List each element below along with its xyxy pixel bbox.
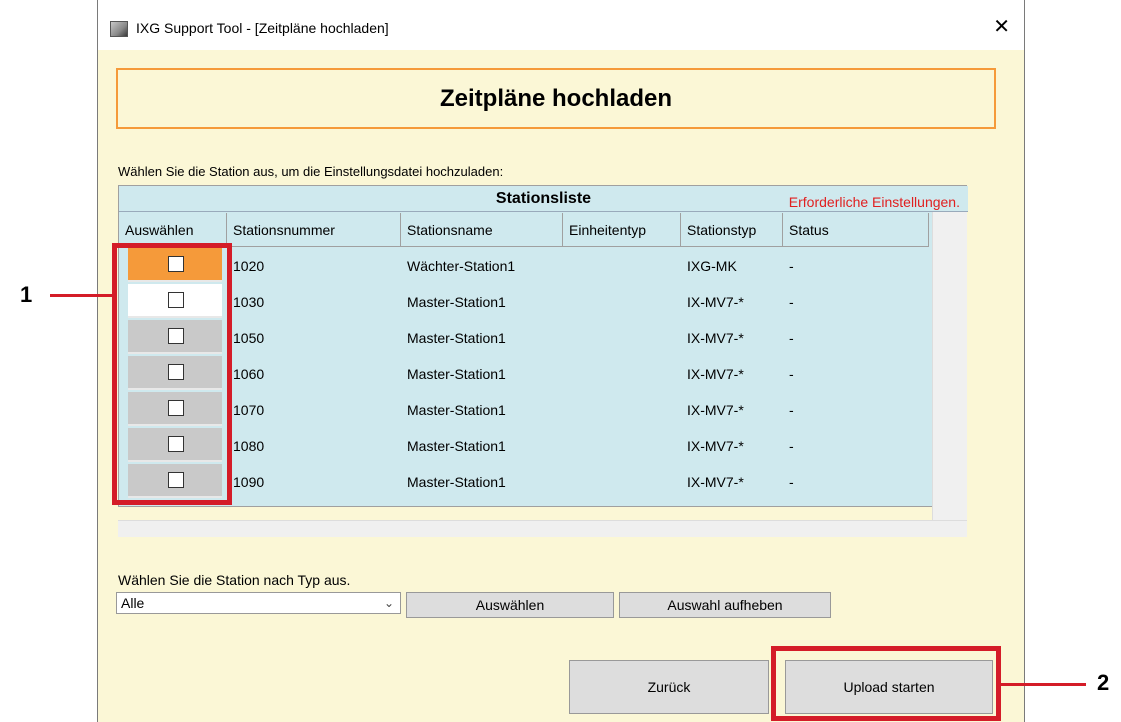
cell-station-type: IX-MV7-* [687, 402, 744, 418]
column-header-type[interactable]: Stationstyp [681, 213, 783, 247]
station-grid: Stationsliste Erforderliche Einstellunge… [118, 185, 968, 507]
callout-number-2: 2 [1097, 670, 1110, 695]
cell-unit-type [563, 464, 681, 500]
window-title: IXG Support Tool - [Zeitpläne hochladen] [136, 20, 389, 36]
chevron-down-icon[interactable]: ⌄ [384, 593, 394, 613]
cell-status: - [789, 258, 794, 274]
deselect-button[interactable]: Auswahl aufheben [619, 592, 831, 618]
cell-station-number: 1030 [233, 294, 265, 310]
cell-station-number: 1060 [233, 366, 265, 382]
select-button[interactable]: Auswählen [406, 592, 614, 618]
cell-station-type: IX-MV7-* [687, 438, 744, 454]
column-header-unit[interactable]: Einheitentyp [563, 213, 681, 247]
back-button[interactable]: Zurück [569, 660, 769, 714]
cell-station-number: 1070 [233, 402, 265, 418]
page-heading: Zeitpläne hochladen [116, 68, 996, 129]
cell-station-name: Master-Station1 [407, 474, 506, 490]
dialog-window: IXG Support Tool - [Zeitpläne hochladen]… [97, 0, 1025, 722]
title-bar: IXG Support Tool - [Zeitpläne hochladen]… [98, 0, 1024, 50]
cell-unit-type [563, 356, 681, 392]
cell-station-name: Master-Station1 [407, 294, 506, 310]
cell-station-number: 1020 [233, 258, 265, 274]
required-note: Erforderliche Einstellungen. [788, 194, 960, 210]
cell-station-type: IX-MV7-* [687, 330, 744, 346]
callout-box-2 [771, 646, 1001, 721]
cell-station-number: 1050 [233, 330, 265, 346]
cell-station-type: IX-MV7-* [687, 366, 744, 382]
vertical-scrollbar[interactable] [932, 212, 967, 537]
cell-station-type: IX-MV7-* [687, 474, 744, 490]
cell-station-name: Master-Station1 [407, 366, 506, 382]
cell-station-name: Master-Station1 [407, 330, 506, 346]
column-header-number[interactable]: Stationsnummer [227, 213, 401, 247]
cell-station-number: 1080 [233, 438, 265, 454]
cell-status: - [789, 330, 794, 346]
cell-station-name: Master-Station1 [407, 438, 506, 454]
cell-station-name: Wächter-Station1 [407, 258, 516, 274]
cell-unit-type [563, 428, 681, 464]
instruction-text: Wählen Sie die Station aus, um die Einst… [118, 164, 504, 179]
cell-unit-type [563, 284, 681, 320]
cell-station-type: IX-MV7-* [687, 294, 744, 310]
type-select-dropdown[interactable]: Alle ⌄ [116, 592, 401, 614]
grid-title-bar: Stationsliste Erforderliche Einstellunge… [119, 186, 968, 212]
cell-unit-type [563, 248, 681, 284]
cell-status: - [789, 366, 794, 382]
type-select-value: Alle [121, 595, 145, 611]
type-select-label: Wählen Sie die Station nach Typ aus. [118, 572, 351, 588]
callout-box-1 [112, 243, 232, 505]
callout-line-1 [50, 294, 113, 297]
column-header-name[interactable]: Stationsname [401, 213, 563, 247]
column-header-select[interactable]: Auswählen [119, 213, 227, 247]
cell-status: - [789, 474, 794, 490]
close-icon[interactable]: ✕ [993, 14, 1010, 39]
cell-unit-type [563, 392, 681, 428]
cell-station-name: Master-Station1 [407, 402, 506, 418]
cell-station-number: 1090 [233, 474, 265, 490]
callout-line-2 [1001, 683, 1086, 686]
cell-status: - [789, 294, 794, 310]
cell-station-type: IXG-MK [687, 258, 737, 274]
cell-status: - [789, 438, 794, 454]
cell-status: - [789, 402, 794, 418]
app-icon [110, 21, 128, 37]
cell-unit-type [563, 320, 681, 356]
horizontal-scrollbar[interactable] [118, 520, 967, 537]
callout-number-1: 1 [20, 282, 33, 307]
column-header-status[interactable]: Status [783, 213, 929, 247]
